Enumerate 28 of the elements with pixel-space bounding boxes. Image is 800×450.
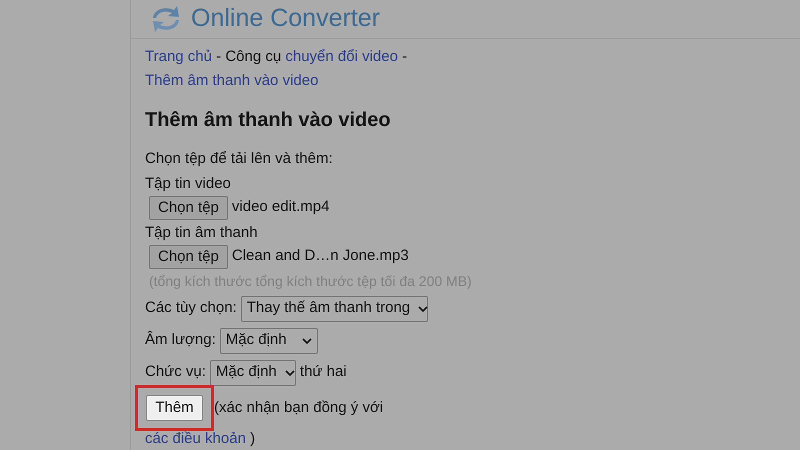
intro-text: Chọn tệp để tải lên và thêm:	[145, 148, 334, 168]
terms-text: (xác nhận bạn đồng ý với	[214, 398, 384, 418]
breadcrumb-link[interactable]: Thêm âm thanh vào video	[145, 72, 318, 88]
file-label: Tập tin âm thanh	[145, 222, 259, 242]
file-name: video edit.mp4	[232, 197, 330, 218]
option-label: Chức vụ:	[145, 362, 206, 382]
chevron-down-icon	[302, 338, 312, 344]
option-select[interactable]: Mặc định	[220, 328, 318, 354]
page-heading: Thêm âm thanh vào video	[145, 108, 392, 132]
breadcrumb-separator: -	[401, 48, 408, 64]
file-label: Tập tin video	[145, 174, 232, 194]
site-logo-text: Online Converter	[191, 3, 380, 34]
terms-link[interactable]: các điều khoản	[145, 426, 246, 450]
file-name: Clean and D…n Jone.mp3	[232, 246, 409, 266]
chevron-down-icon	[418, 306, 428, 312]
option-select[interactable]: Mặc định	[210, 360, 296, 386]
choose-file-button[interactable]: Chọn tệp	[149, 244, 228, 268]
option-label: Các tùy chọn:	[145, 298, 237, 318]
breadcrumb-link[interactable]: Trang chủ	[145, 48, 212, 64]
terms-end: )	[249, 428, 256, 448]
option-label: Âm lượng:	[145, 330, 216, 350]
chevron-down-icon	[284, 370, 295, 376]
add-button[interactable]: Thêm	[146, 394, 203, 420]
option-select[interactable]: Thay thế âm thanh trong	[240, 296, 428, 322]
breadcrumb-link[interactable]: chuyển đổi video	[285, 48, 398, 64]
option-suffix: thứ hai	[300, 362, 347, 382]
breadcrumb-separator: - Công cụ	[215, 48, 282, 64]
choose-file-button[interactable]: Chọn tệp	[149, 196, 228, 220]
